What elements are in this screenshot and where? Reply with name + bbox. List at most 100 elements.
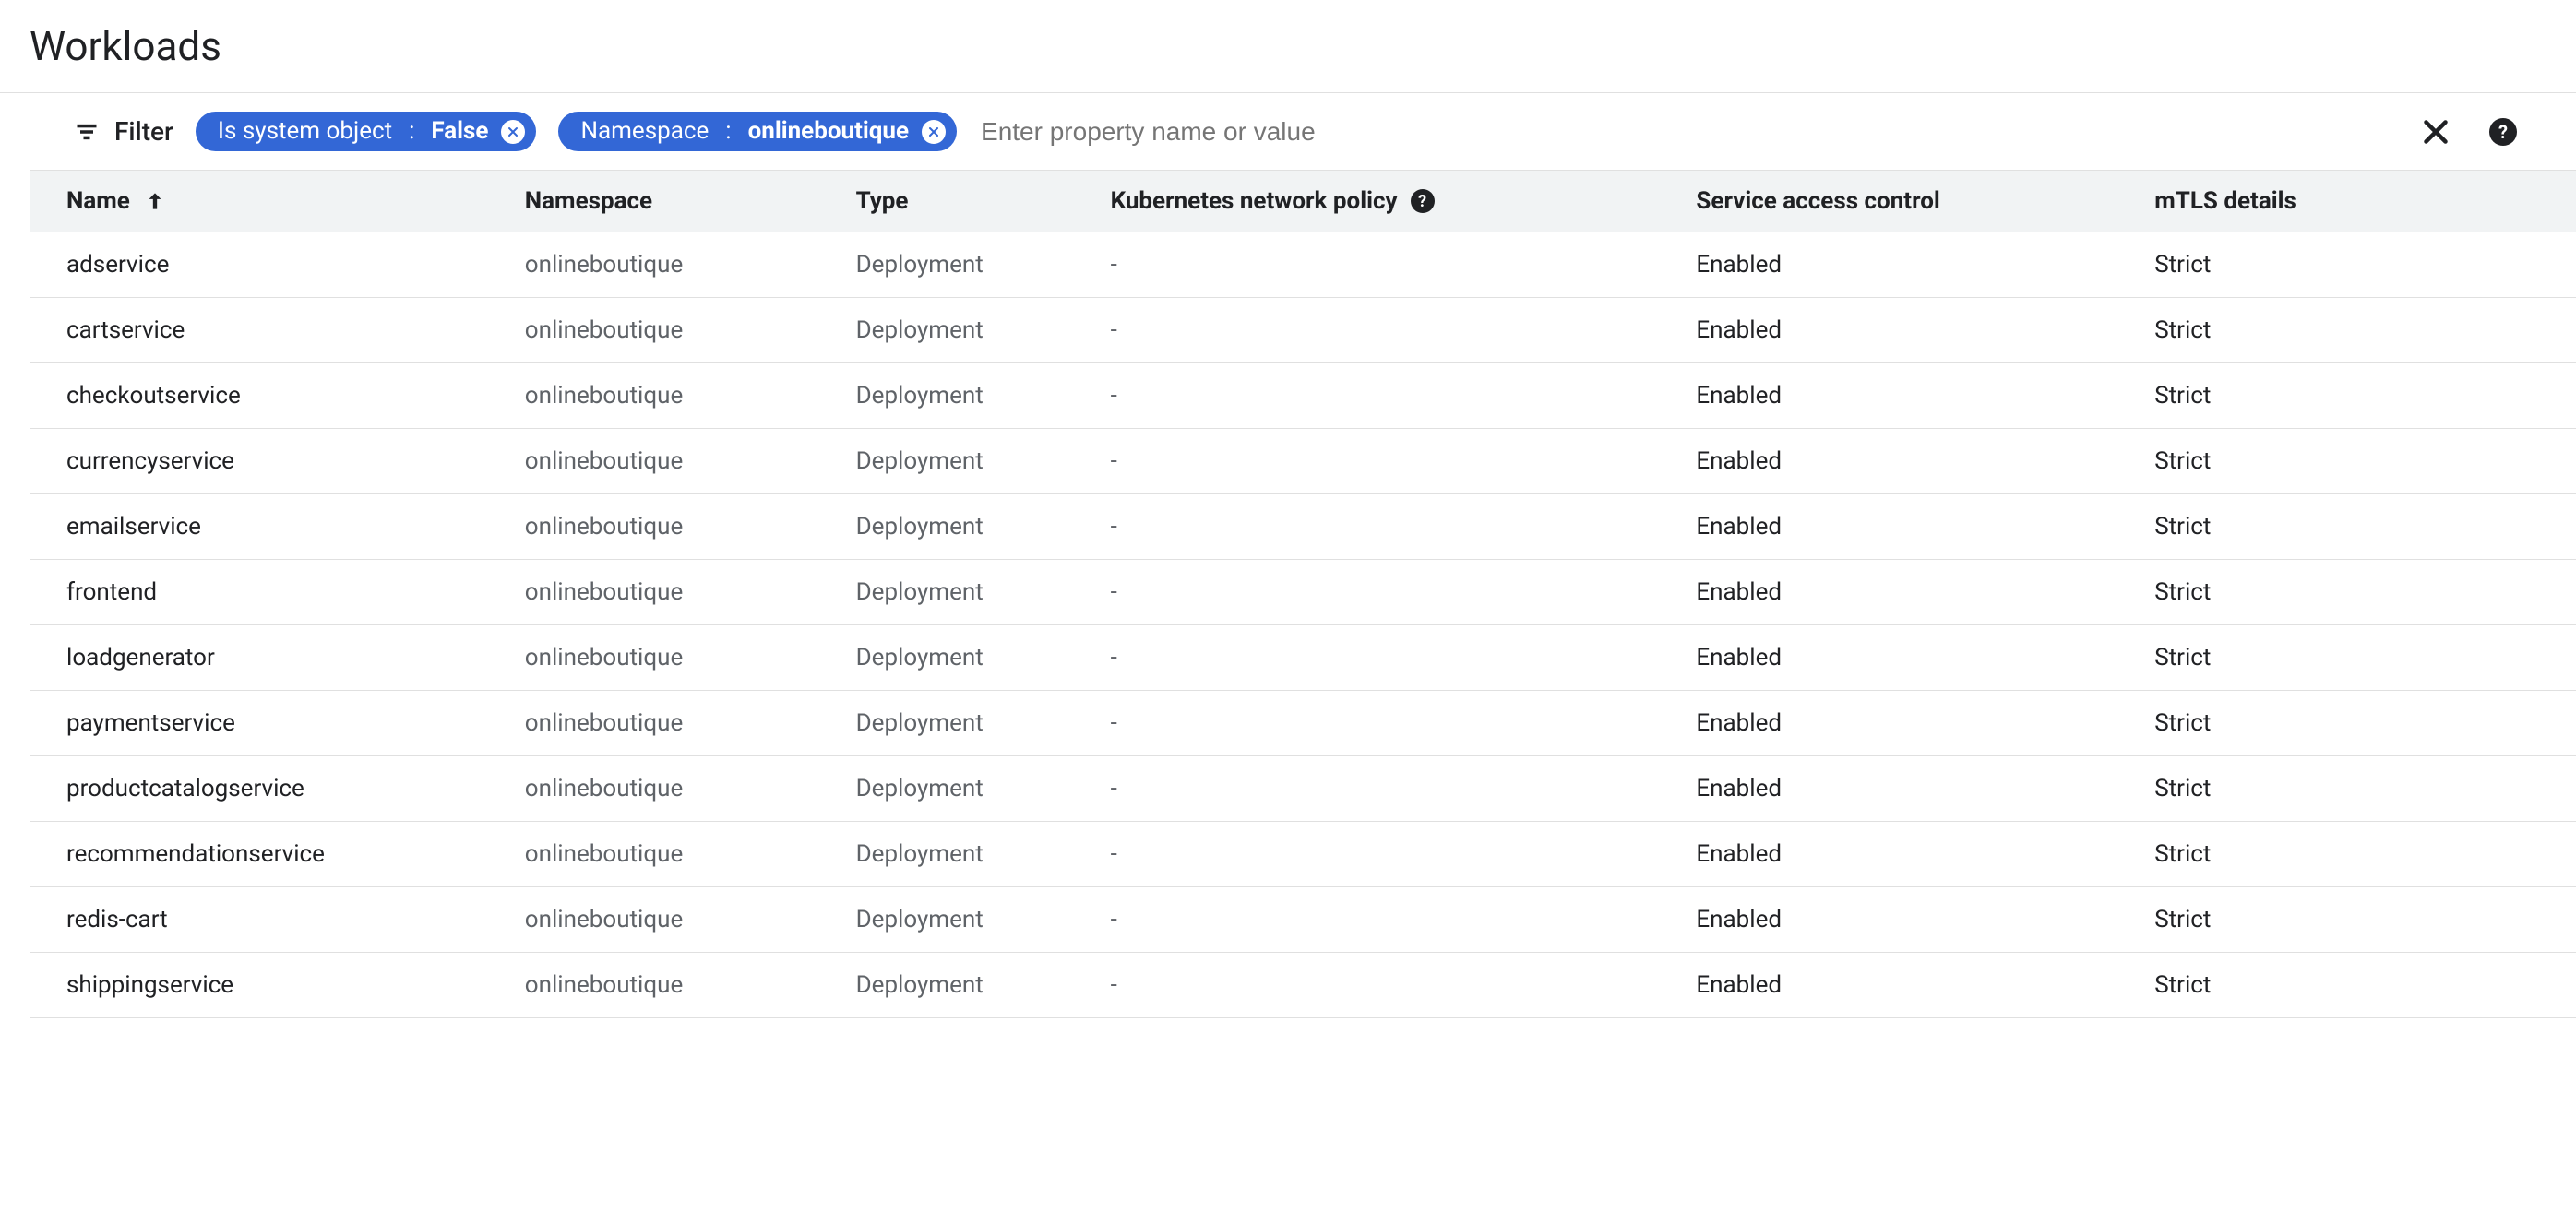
- help-icon[interactable]: ?: [2489, 118, 2517, 146]
- cell-sac: Enabled: [1659, 429, 2117, 494]
- cell-sac: Enabled: [1659, 494, 2117, 560]
- filter-chip-namespace[interactable]: Namespace : onlineboutique: [558, 112, 957, 151]
- cell-type: Deployment: [819, 756, 1074, 822]
- column-header-sac[interactable]: Service access control: [1659, 171, 2117, 232]
- table-row[interactable]: currencyserviceonlineboutiqueDeployment-…: [30, 429, 2576, 494]
- help-icon[interactable]: ?: [1411, 189, 1435, 213]
- cell-knp: -: [1074, 822, 1660, 887]
- table-row[interactable]: paymentserviceonlineboutiqueDeployment-E…: [30, 691, 2576, 756]
- cell-knp: -: [1074, 298, 1660, 363]
- filter-chip-is-system-object[interactable]: Is system object : False: [196, 112, 537, 151]
- cell-sac: Enabled: [1659, 298, 2117, 363]
- table-row[interactable]: emailserviceonlineboutiqueDeployment-Ena…: [30, 494, 2576, 560]
- cell-sac: Enabled: [1659, 691, 2117, 756]
- cell-type: Deployment: [819, 494, 1074, 560]
- cell-namespace: onlineboutique: [488, 887, 819, 953]
- cell-name: paymentservice: [30, 691, 488, 756]
- table-header-row: Name Namespace Type Kubernetes network p…: [30, 171, 2576, 232]
- cell-type: Deployment: [819, 298, 1074, 363]
- table-row[interactable]: productcatalogserviceonlineboutiqueDeplo…: [30, 756, 2576, 822]
- table-row[interactable]: redis-cartonlineboutiqueDeployment-Enabl…: [30, 887, 2576, 953]
- column-header-mtls[interactable]: mTLS details: [2117, 171, 2576, 232]
- cell-sac: Enabled: [1659, 363, 2117, 429]
- table-row[interactable]: cartserviceonlineboutiqueDeployment-Enab…: [30, 298, 2576, 363]
- chip-value: False: [431, 117, 488, 146]
- chip-remove-icon[interactable]: [501, 120, 525, 144]
- cell-mtls: Strict: [2117, 822, 2576, 887]
- table-body: adserviceonlineboutiqueDeployment-Enable…: [30, 232, 2576, 1018]
- cell-mtls: Strict: [2117, 691, 2576, 756]
- table-row[interactable]: checkoutserviceonlineboutiqueDeployment-…: [30, 363, 2576, 429]
- table-row[interactable]: adserviceonlineboutiqueDeployment-Enable…: [30, 232, 2576, 298]
- cell-namespace: onlineboutique: [488, 756, 819, 822]
- column-header-label: Service access control: [1696, 187, 1939, 215]
- filter-actions: ?: [2419, 115, 2546, 149]
- chip-separator: :: [722, 117, 734, 146]
- filter-bar: Filter Is system object : False Namespac…: [0, 93, 2576, 170]
- column-header-namespace[interactable]: Namespace: [488, 171, 819, 232]
- filter-control[interactable]: Filter: [74, 116, 173, 147]
- cell-type: Deployment: [819, 822, 1074, 887]
- chip-key: Namespace: [580, 117, 709, 146]
- column-header-type[interactable]: Type: [819, 171, 1074, 232]
- workloads-table: Name Namespace Type Kubernetes network p…: [30, 170, 2576, 1018]
- cell-name: checkoutservice: [30, 363, 488, 429]
- cell-type: Deployment: [819, 691, 1074, 756]
- cell-sac: Enabled: [1659, 232, 2117, 298]
- cell-mtls: Strict: [2117, 298, 2576, 363]
- cell-sac: Enabled: [1659, 756, 2117, 822]
- column-header-name[interactable]: Name: [30, 171, 488, 232]
- cell-namespace: onlineboutique: [488, 560, 819, 625]
- cell-knp: -: [1074, 232, 1660, 298]
- cell-name: redis-cart: [30, 887, 488, 953]
- cell-sac: Enabled: [1659, 822, 2117, 887]
- table-row[interactable]: loadgeneratoronlineboutiqueDeployment-En…: [30, 625, 2576, 691]
- cell-knp: -: [1074, 625, 1660, 691]
- cell-name: emailservice: [30, 494, 488, 560]
- chip-value: onlineboutique: [748, 117, 909, 146]
- cell-mtls: Strict: [2117, 494, 2576, 560]
- cell-mtls: Strict: [2117, 363, 2576, 429]
- cell-type: Deployment: [819, 232, 1074, 298]
- cell-mtls: Strict: [2117, 560, 2576, 625]
- table-row[interactable]: recommendationserviceonlineboutiqueDeplo…: [30, 822, 2576, 887]
- table-row[interactable]: frontendonlineboutiqueDeployment-Enabled…: [30, 560, 2576, 625]
- cell-namespace: onlineboutique: [488, 953, 819, 1018]
- column-header-label: Kubernetes network policy: [1111, 187, 1398, 215]
- chip-separator: :: [405, 117, 418, 146]
- column-header-label: Type: [856, 187, 909, 215]
- chip-key: Is system object: [218, 117, 392, 146]
- cell-mtls: Strict: [2117, 887, 2576, 953]
- cell-name: recommendationservice: [30, 822, 488, 887]
- sort-ascending-icon: [143, 189, 167, 213]
- cell-name: shippingservice: [30, 953, 488, 1018]
- column-header-knp[interactable]: Kubernetes network policy ?: [1074, 171, 1660, 232]
- filter-input[interactable]: [979, 116, 2397, 148]
- cell-knp: -: [1074, 494, 1660, 560]
- cell-sac: Enabled: [1659, 887, 2117, 953]
- cell-type: Deployment: [819, 560, 1074, 625]
- chip-remove-icon[interactable]: [922, 120, 946, 144]
- page-title: Workloads: [30, 22, 2576, 70]
- cell-mtls: Strict: [2117, 756, 2576, 822]
- cell-name: cartservice: [30, 298, 488, 363]
- filter-icon: [74, 119, 100, 145]
- cell-namespace: onlineboutique: [488, 429, 819, 494]
- clear-all-icon[interactable]: [2419, 115, 2452, 149]
- cell-knp: -: [1074, 953, 1660, 1018]
- cell-type: Deployment: [819, 429, 1074, 494]
- table-row[interactable]: shippingserviceonlineboutiqueDeployment-…: [30, 953, 2576, 1018]
- cell-namespace: onlineboutique: [488, 625, 819, 691]
- cell-knp: -: [1074, 429, 1660, 494]
- cell-name: currencyservice: [30, 429, 488, 494]
- cell-knp: -: [1074, 756, 1660, 822]
- cell-name: frontend: [30, 560, 488, 625]
- cell-type: Deployment: [819, 887, 1074, 953]
- cell-name: adservice: [30, 232, 488, 298]
- cell-type: Deployment: [819, 953, 1074, 1018]
- filter-label: Filter: [114, 116, 173, 147]
- cell-mtls: Strict: [2117, 429, 2576, 494]
- cell-namespace: onlineboutique: [488, 494, 819, 560]
- cell-name: productcatalogservice: [30, 756, 488, 822]
- cell-sac: Enabled: [1659, 953, 2117, 1018]
